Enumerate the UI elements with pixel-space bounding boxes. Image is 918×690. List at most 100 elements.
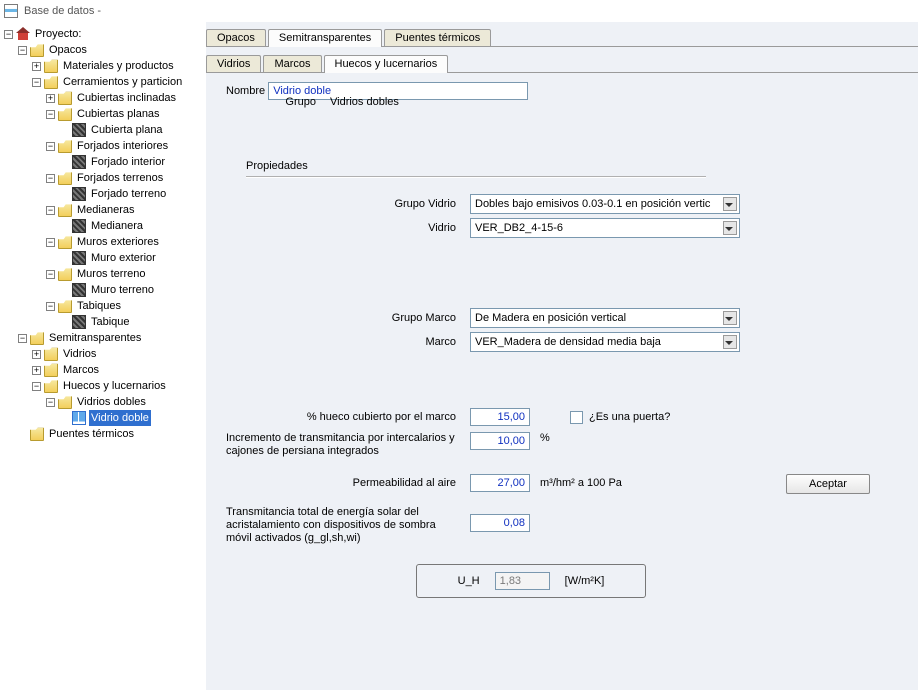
expander-icon[interactable]: − [18, 334, 27, 343]
subtab-vidrios[interactable]: Vidrios [206, 55, 261, 73]
layer-icon [72, 187, 86, 201]
title-bar: Base de datos - [0, 0, 918, 22]
combo-marco[interactable]: VER_Madera de densidad media baja [470, 332, 740, 352]
combo-grupo-marco[interactable]: De Madera en posición vertical [470, 308, 740, 328]
folder-open-icon [58, 235, 72, 249]
tree-muros-terreno[interactable]: − Muros terreno [4, 266, 205, 282]
expander-icon[interactable]: + [32, 350, 41, 359]
tree-muro-terreno[interactable]: Muro terreno [4, 282, 205, 298]
layer-icon [72, 283, 86, 297]
tree-forjados-interiores[interactable]: − Forjados interiores [4, 138, 205, 154]
folder-open-icon [58, 171, 72, 185]
folder-closed-icon [44, 363, 58, 377]
input-permeabilidad[interactable] [470, 474, 530, 492]
folder-closed-icon [30, 427, 44, 441]
tree-semitransparentes[interactable]: − Semitransparentes [4, 330, 205, 346]
unit-uh: [W/m²K] [565, 575, 605, 587]
tree-huecos[interactable]: − Huecos y lucernarios [4, 378, 205, 394]
folder-open-icon [30, 43, 44, 57]
folder-open-icon [44, 75, 58, 89]
details-panel: Opacos Semitransparentes Puentes térmico… [205, 22, 918, 690]
expander-icon[interactable]: − [46, 270, 55, 279]
folder-open-icon [30, 331, 44, 345]
app-icon [4, 4, 18, 18]
expander-icon[interactable]: − [4, 30, 13, 39]
checkbox-puerta[interactable] [570, 411, 583, 424]
folder-open-icon [58, 299, 72, 313]
tree-forjados-terrenos[interactable]: − Forjados terrenos [4, 170, 205, 186]
subtab-marcos[interactable]: Marcos [263, 55, 321, 73]
tree-cubiertas-planas[interactable]: − Cubiertas planas [4, 106, 205, 122]
expander-icon[interactable]: − [18, 46, 27, 55]
input-pct-hueco[interactable] [470, 408, 530, 426]
folder-open-icon [58, 395, 72, 409]
tab-opacos[interactable]: Opacos [206, 29, 266, 47]
tree-opacos[interactable]: − Opacos [4, 42, 205, 58]
tab-puentes[interactable]: Puentes térmicos [384, 29, 491, 47]
tree-tabique[interactable]: Tabique [4, 314, 205, 330]
label-grupo: Grupo [226, 96, 316, 108]
layer-icon [72, 315, 86, 329]
label-puerta: ¿Es una puerta? [589, 411, 670, 423]
label-ggl: Transmitancia total de energía solar del… [226, 506, 456, 545]
tree-vidrios-dobles[interactable]: − Vidrios dobles [4, 394, 205, 410]
tree-project[interactable]: − Proyecto: [4, 26, 205, 42]
folder-open-icon [58, 107, 72, 121]
tree-medianeras[interactable]: − Medianeras [4, 202, 205, 218]
tree-cubierta-plana[interactable]: Cubierta plana [4, 122, 205, 138]
label-pct-hueco: % hueco cubierto por el marco [226, 411, 456, 423]
tree-vidrio-doble[interactable]: Vidrio doble [4, 410, 205, 426]
project-tree[interactable]: − Proyecto: − Opacos + Materiales y prod… [0, 22, 205, 690]
tab-semitransparentes[interactable]: Semitransparentes [268, 29, 382, 47]
tree-muro-exterior[interactable]: Muro exterior [4, 250, 205, 266]
layer-icon [72, 251, 86, 265]
tree-forjado-terreno[interactable]: Forjado terreno [4, 186, 205, 202]
expander-icon[interactable]: + [32, 62, 41, 71]
label-vidrio: Vidrio [226, 222, 456, 234]
unit-permeabilidad: m³/hm² a 100 Pa [540, 477, 622, 489]
tree-muros-exteriores[interactable]: − Muros exteriores [4, 234, 205, 250]
expander-icon[interactable]: − [46, 174, 55, 183]
expander-icon[interactable]: − [46, 238, 55, 247]
folder-open-icon [44, 379, 58, 393]
expander-icon[interactable]: + [46, 94, 55, 103]
tree-forjado-interior[interactable]: Forjado interior [4, 154, 205, 170]
uh-group: U_H [W/m²K] [416, 564, 646, 598]
tree-tabiques[interactable]: − Tabiques [4, 298, 205, 314]
folder-closed-icon [44, 59, 58, 73]
label-marco: Marco [226, 336, 456, 348]
expander-icon[interactable]: − [46, 142, 55, 151]
tree-cubiertas-inclinadas[interactable]: + Cubiertas inclinadas [4, 90, 205, 106]
expander-icon[interactable]: − [46, 206, 55, 215]
input-ggl[interactable] [470, 514, 530, 532]
layer-icon [72, 155, 86, 169]
expander-icon[interactable]: − [46, 110, 55, 119]
window-title: Base de datos - [24, 5, 101, 17]
tree-materiales[interactable]: + Materiales y productos [4, 58, 205, 74]
subtab-huecos[interactable]: Huecos y lucernarios [324, 55, 449, 73]
label-grupo-vidrio: Grupo Vidrio [226, 198, 456, 210]
combo-grupo-vidrio[interactable]: Dobles bajo emisivos 0.03-0.1 en posició… [470, 194, 740, 214]
layer-icon [72, 219, 86, 233]
home-icon [16, 27, 30, 41]
folder-closed-icon [58, 91, 72, 105]
folder-closed-icon [44, 347, 58, 361]
expander-icon[interactable]: − [46, 398, 55, 407]
unit-incremento: % [540, 432, 550, 444]
input-incremento[interactable] [470, 432, 530, 450]
folder-open-icon [58, 267, 72, 281]
tree-medianera[interactable]: Medianera [4, 218, 205, 234]
expander-icon[interactable]: − [32, 382, 41, 391]
label-grupo-marco: Grupo Marco [226, 312, 456, 324]
tree-vidrios[interactable]: + Vidrios [4, 346, 205, 362]
tree-marcos[interactable]: + Marcos [4, 362, 205, 378]
tree-cerramientos[interactable]: − Cerramientos y particion [4, 74, 205, 90]
expander-icon[interactable]: − [32, 78, 41, 87]
expander-icon[interactable]: + [32, 366, 41, 375]
expander-icon[interactable]: − [46, 302, 55, 311]
accept-button[interactable]: Aceptar [786, 474, 870, 494]
folder-open-icon [58, 139, 72, 153]
tree-puentes[interactable]: Puentes térmicos [4, 426, 205, 442]
label-incremento: Incremento de transmitancia por intercal… [226, 432, 456, 458]
combo-vidrio[interactable]: VER_DB2_4-15-6 [470, 218, 740, 238]
